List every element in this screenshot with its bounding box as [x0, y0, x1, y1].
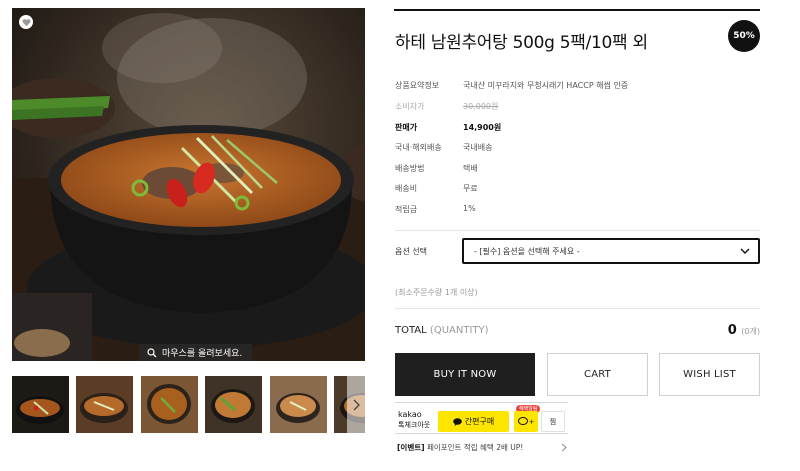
- zoom-hint-text: 마우스를 올려보세요.: [162, 349, 243, 359]
- kakao-pay-label: 간편구매: [464, 417, 495, 426]
- chat-plus-icon: [517, 417, 528, 425]
- divider: [395, 308, 760, 309]
- spec-label-shipping-region: 국내·해외배송: [395, 143, 442, 152]
- zoom-hint: 마우스를 올려보세요.: [139, 344, 253, 361]
- kakao-wish-button[interactable]: 찜: [541, 411, 565, 432]
- kakao-logo-text: kakao: [398, 410, 422, 419]
- buy-now-button[interactable]: BUY IT NOW: [395, 353, 535, 396]
- spec-value-points: 1%: [463, 204, 476, 213]
- add-to-cart-button[interactable]: CART: [547, 353, 648, 396]
- thumbnail[interactable]: [12, 376, 69, 433]
- spec-label-retail-price: 소비자가: [395, 102, 425, 111]
- wish-list-button[interactable]: WISH LIST: [659, 353, 760, 396]
- kakao-chat-label: +: [528, 417, 535, 426]
- thumbnail-strip: [12, 376, 365, 433]
- option-select-value: - [필수] 옵션을 선택해 주세요 -: [474, 246, 580, 256]
- top-divider: [394, 9, 760, 11]
- chevron-right-icon: [353, 399, 360, 410]
- total-value: 0 (0개): [728, 323, 760, 338]
- total-text: TOTAL: [395, 325, 427, 336]
- divider: [395, 230, 760, 231]
- total-count: (0개): [741, 327, 760, 336]
- option-label: 옵션 선택: [395, 247, 427, 256]
- min-quantity-note: (최소주문수량 1개 이상): [395, 288, 478, 297]
- total-label: TOTAL (QUANTITY): [395, 325, 489, 336]
- chevron-down-icon: [740, 248, 750, 254]
- kakao-pay-button[interactable]: 간편구매: [438, 411, 509, 432]
- promo-banner[interactable]: [이벤트] 페이포인트 적립 혜택 2배 UP!: [397, 442, 523, 453]
- spec-value-summary: 국내산 미꾸라지와 무청시래기 HACCP 해썹 인증: [463, 81, 629, 90]
- thumbnail-next-button[interactable]: [347, 376, 365, 433]
- thumbnail[interactable]: [205, 376, 262, 433]
- total-quantity-text: (QUANTITY): [429, 325, 489, 336]
- kakao-chat-button[interactable]: +: [514, 411, 538, 432]
- spec-value-shipping-region: 국내배송: [463, 143, 493, 152]
- option-select[interactable]: - [필수] 옵션을 선택해 주세요 -: [462, 238, 760, 264]
- like-heart-button[interactable]: [19, 15, 33, 29]
- thumbnail[interactable]: [270, 376, 327, 433]
- kakao-checkout: kakao 톡체크아웃 간편구매 혜택알림 + 찜: [395, 402, 568, 434]
- kakao-brand: kakao 톡체크아웃: [398, 410, 430, 430]
- spec-value-retail-price: 30,000원: [463, 102, 499, 111]
- thumbnail[interactable]: [76, 376, 133, 433]
- speech-bubble-icon: [452, 417, 462, 426]
- spec-label-shipping-fee: 배송비: [395, 184, 418, 193]
- chevron-right-icon: [561, 443, 567, 452]
- product-title: 하테 남원추어탕 500g 5팩/10팩 외: [395, 33, 648, 53]
- spec-label-sale-price: 판매가: [395, 123, 418, 132]
- thumbnail[interactable]: [141, 376, 198, 433]
- heart-icon: [22, 18, 30, 26]
- magnifier-icon: [147, 347, 157, 357]
- spec-label-summary: 상품요약정보: [395, 81, 440, 90]
- spec-value-shipping-method: 택배: [463, 164, 478, 173]
- spec-value-sale-price: 14,900원: [463, 123, 502, 132]
- kakao-checkout-label: 톡체크아웃: [398, 421, 431, 429]
- spec-value-shipping-fee: 무료: [463, 184, 478, 193]
- spec-label-points: 적립금: [395, 205, 418, 214]
- total-amount: 0: [727, 323, 737, 338]
- promo-tag: [이벤트]: [397, 443, 425, 452]
- discount-badge: 50%: [728, 20, 760, 52]
- main-product-image[interactable]: [12, 8, 365, 361]
- spec-label-shipping-method: 배송방법: [395, 164, 425, 173]
- promo-text: 페이포인트 적립 혜택 2배 UP!: [426, 443, 524, 452]
